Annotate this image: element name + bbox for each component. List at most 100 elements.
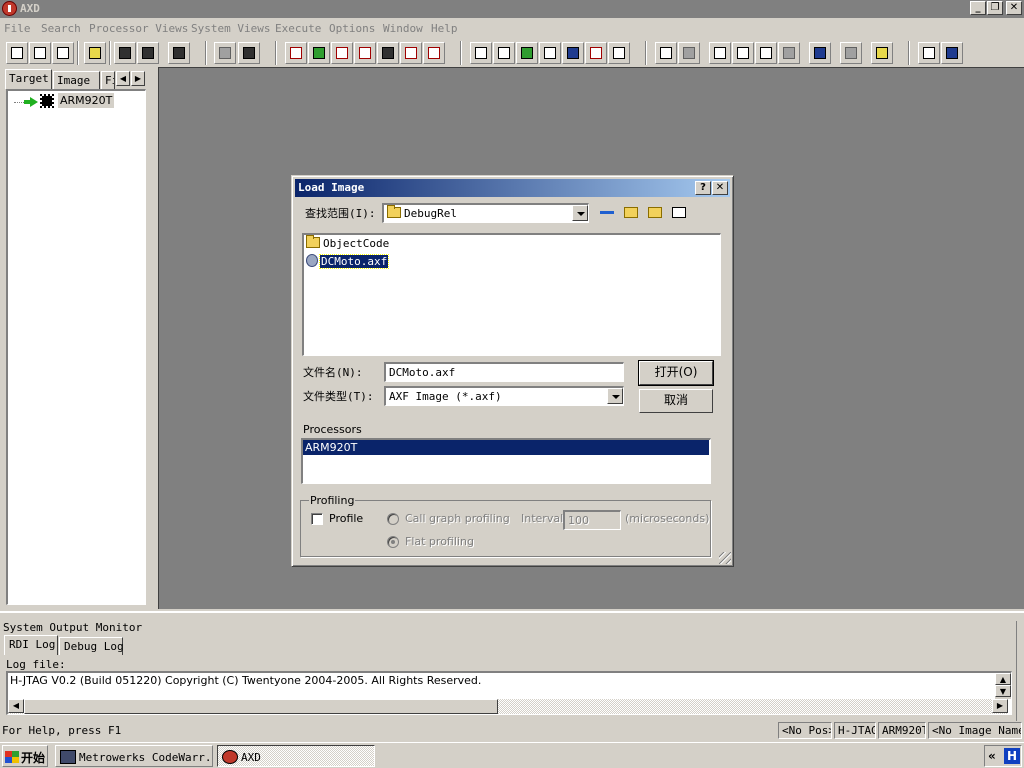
watchpoint-icon — [845, 47, 857, 59]
menu-search[interactable]: Search — [41, 22, 81, 35]
sys-output-button[interactable] — [585, 42, 607, 64]
config-icon — [11, 47, 23, 59]
list-item[interactable]: DCMoto.axf — [306, 254, 390, 270]
sys-locals-button[interactable] — [516, 42, 538, 64]
context-help-button[interactable] — [941, 42, 963, 64]
toggle-breakpoint-button[interactable] — [809, 42, 831, 64]
flat-radio[interactable] — [387, 536, 399, 548]
step-out-button[interactable] — [755, 42, 777, 64]
find-next-button[interactable] — [238, 42, 260, 64]
cancel-button[interactable]: 取消 — [639, 389, 713, 413]
back-button[interactable] — [597, 204, 617, 222]
sys-console-button[interactable] — [539, 42, 561, 64]
scroll-right-icon[interactable]: ▶ — [992, 699, 1008, 713]
task-axd[interactable]: AXD — [217, 745, 375, 767]
registers-view-button[interactable] — [285, 42, 307, 64]
restore-button[interactable]: ❐ — [987, 1, 1003, 15]
log-output: H-JTAG V0.2 (Build 051220) Copyright (C)… — [6, 671, 1012, 715]
profile-checkbox[interactable] — [311, 513, 323, 525]
tab-image[interactable]: Image — [53, 71, 100, 89]
profiling-button[interactable] — [871, 42, 893, 64]
open-button[interactable]: 打开(O) — [638, 360, 714, 386]
minimize-button[interactable]: _ — [970, 1, 986, 15]
stop-button[interactable] — [678, 42, 700, 64]
view-menu-button[interactable] — [669, 204, 693, 222]
callgraph-radio[interactable] — [387, 513, 399, 525]
memory-view-button[interactable] — [377, 42, 399, 64]
new-folder-button[interactable] — [645, 204, 665, 222]
sys-registers-button[interactable] — [470, 42, 492, 64]
sys-watch-button[interactable] — [493, 42, 515, 64]
list-item[interactable]: ObjectCode — [306, 235, 389, 253]
copy-button[interactable] — [137, 42, 159, 64]
breakpoints-view-button[interactable] — [354, 42, 376, 64]
chevron-down-icon[interactable] — [572, 205, 588, 221]
tray-expand-icon[interactable]: « — [988, 749, 996, 763]
target-config-button[interactable] — [6, 42, 28, 64]
watch-view-button[interactable] — [308, 42, 330, 64]
about-button[interactable] — [918, 42, 940, 64]
processor-item[interactable]: ARM920T — [303, 440, 709, 455]
output-panel: System Output Monitor RDI Log Debug Log … — [0, 611, 1024, 721]
filename-input[interactable]: DCMoto.axf — [384, 362, 624, 382]
target-settings-button[interactable] — [29, 42, 51, 64]
paste-button[interactable] — [168, 42, 190, 64]
tab-scroll-right-icon[interactable]: ▶ — [131, 71, 145, 86]
tab-rdi-log[interactable]: RDI Log — [4, 635, 58, 655]
variables-view-button[interactable] — [331, 42, 353, 64]
tree-node-arm920t[interactable]: ARM920T — [58, 93, 115, 108]
menu-file[interactable]: File — [4, 22, 31, 35]
watch-icon — [313, 47, 325, 59]
look-in-label: 查找范围(I): — [305, 207, 376, 220]
dialog-help-button[interactable]: ? — [695, 181, 711, 195]
menu-system-views[interactable]: System Views — [191, 22, 270, 35]
source-view-button[interactable] — [423, 42, 445, 64]
scroll-down-icon[interactable]: ▼ — [995, 685, 1011, 697]
vertical-scrollbar[interactable]: ▲ ▼ — [995, 673, 1011, 699]
step-in-button[interactable] — [709, 42, 731, 64]
menu-execute[interactable]: Execute — [275, 22, 321, 35]
sys-images-button[interactable] — [608, 42, 630, 64]
axd-app-icon[interactable] — [2, 1, 17, 16]
set-watchpoint-button[interactable] — [840, 42, 862, 64]
up-folder-icon — [624, 207, 638, 218]
menu-window[interactable]: Window — [383, 22, 423, 35]
disassembly-view-button[interactable] — [400, 42, 422, 64]
cut-button[interactable] — [114, 42, 136, 64]
reload-button[interactable] — [52, 42, 74, 64]
chevron-down-icon[interactable] — [607, 388, 623, 404]
profiling-label: Profiling — [309, 494, 356, 507]
dialog-close-button[interactable]: ✕ — [712, 181, 728, 195]
resize-grip-icon[interactable] — [719, 552, 731, 564]
look-in-dropdown[interactable]: DebugRel — [382, 203, 589, 223]
scroll-left-icon[interactable]: ◀ — [8, 699, 24, 713]
interval-label: Interval: — [521, 512, 567, 525]
tab-scroll-left-icon[interactable]: ◀ — [116, 71, 130, 86]
hjtag-tray-icon[interactable]: H — [1004, 748, 1020, 764]
tab-files[interactable]: Fi — [101, 71, 115, 89]
scroll-up-icon[interactable]: ▲ — [995, 673, 1011, 685]
menu-processor-views[interactable]: Processor Views — [89, 22, 188, 35]
close-button[interactable]: ✕ — [1006, 1, 1022, 15]
tab-debug-log[interactable]: Debug Log — [59, 637, 124, 655]
menu-options[interactable]: Options — [329, 22, 375, 35]
find-button[interactable] — [214, 42, 236, 64]
open-button[interactable] — [84, 42, 106, 64]
horizontal-scrollbar[interactable]: ◀ ▶ — [8, 699, 1008, 714]
sys-locals-icon — [521, 47, 533, 59]
flat-radio-label: Flat profiling — [405, 535, 474, 548]
copy-icon — [142, 47, 154, 59]
run-to-cursor-button[interactable] — [778, 42, 800, 64]
step-button[interactable] — [732, 42, 754, 64]
sys-cmdline-button[interactable] — [562, 42, 584, 64]
start-button[interactable]: 开始 — [2, 745, 48, 767]
filetype-dropdown[interactable]: AXF Image (*.axf) — [384, 386, 624, 406]
menu-help[interactable]: Help — [431, 22, 458, 35]
horizontal-scroll-thumb[interactable] — [24, 699, 498, 714]
interval-input[interactable]: 100 — [563, 510, 621, 530]
panel-splitter[interactable] — [1016, 621, 1024, 721]
tab-target[interactable]: Target — [5, 69, 52, 89]
up-folder-button[interactable] — [621, 204, 641, 222]
go-button[interactable] — [655, 42, 677, 64]
task-codewarrior[interactable]: Metrowerks CodeWarr... — [55, 745, 213, 767]
